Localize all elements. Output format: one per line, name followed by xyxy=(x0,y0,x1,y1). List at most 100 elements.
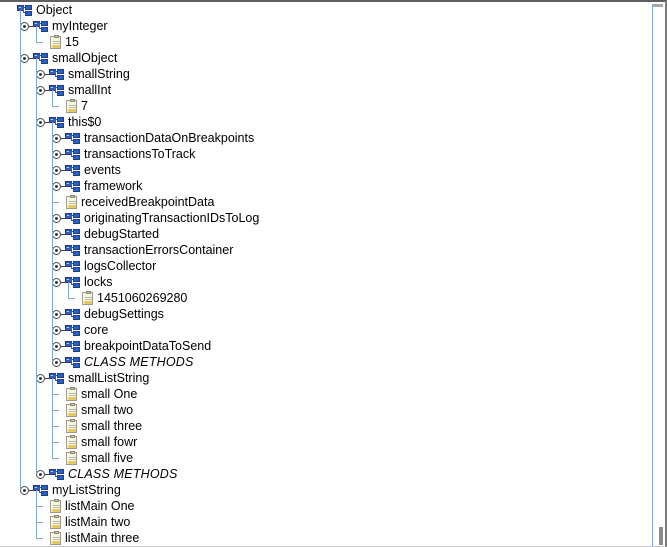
collapse-handle-icon[interactable] xyxy=(36,374,45,383)
object-node-icon xyxy=(65,133,80,144)
object-node-icon xyxy=(49,69,64,80)
expand-handle-icon[interactable] xyxy=(52,214,61,223)
tree-node-label: receivedBreakpointData xyxy=(81,195,215,209)
collapse-handle-icon[interactable] xyxy=(52,278,61,287)
tree-node-label: 7 xyxy=(81,99,88,113)
tree-node-label: smallInt xyxy=(68,83,112,97)
tree-elbow-horizontal xyxy=(52,458,59,459)
expand-handle-icon[interactable] xyxy=(36,70,45,79)
value-leaf-icon xyxy=(66,195,77,209)
value-leaf-icon xyxy=(66,435,77,449)
object-node-icon xyxy=(65,229,80,240)
object-node-icon xyxy=(65,165,80,176)
value-leaf-icon xyxy=(66,451,77,465)
scrollbar-up-button[interactable] xyxy=(653,4,663,7)
tree-node-label: core xyxy=(84,323,109,337)
expand-handle-icon[interactable] xyxy=(52,262,61,271)
collapse-handle-icon[interactable] xyxy=(36,86,45,95)
tree-connector-line xyxy=(36,26,37,42)
value-leaf-icon xyxy=(66,99,77,113)
tree-elbow-horizontal xyxy=(52,442,59,443)
collapse-handle-icon[interactable] xyxy=(20,54,29,63)
tree-node-label: myListString xyxy=(52,483,121,497)
value-leaf-icon xyxy=(66,387,77,401)
tree-elbow-horizontal xyxy=(36,506,43,507)
tree-node-label: transactionsToTrack xyxy=(84,147,196,161)
tree-node-label: 15 xyxy=(65,35,79,49)
tree-elbow-horizontal xyxy=(52,394,59,395)
tree-node-label: small fowr xyxy=(81,435,138,449)
object-node-icon xyxy=(65,213,80,224)
tree-node-label: events xyxy=(84,163,121,177)
value-leaf-icon xyxy=(50,35,61,49)
object-node-icon xyxy=(65,357,80,368)
tree-connector-line xyxy=(52,122,53,362)
expand-handle-icon[interactable] xyxy=(36,470,45,479)
collapse-handle-icon[interactable] xyxy=(20,486,29,495)
tree-node-label: debugStarted xyxy=(84,227,160,241)
tree-node-label: listMain One xyxy=(65,499,135,513)
expand-handle-icon[interactable] xyxy=(52,166,61,175)
scrollbar-thumb[interactable] xyxy=(659,527,663,545)
value-leaf-icon xyxy=(82,291,93,305)
object-node-icon xyxy=(65,181,80,192)
tree-node-label: smallListString xyxy=(68,371,150,385)
expand-handle-icon[interactable] xyxy=(52,326,61,335)
expand-handle-icon[interactable] xyxy=(52,150,61,159)
value-leaf-icon xyxy=(50,531,61,545)
tree-node-label: listMain two xyxy=(65,515,131,529)
tree-node-label: small One xyxy=(81,387,138,401)
value-leaf-icon xyxy=(66,419,77,433)
tree-node-label: CLASS METHODS xyxy=(84,355,194,369)
expand-handle-icon[interactable] xyxy=(52,182,61,191)
object-node-icon xyxy=(65,245,80,256)
tree-elbow-horizontal xyxy=(36,538,43,539)
object-node-icon xyxy=(65,325,80,336)
tree-elbow-horizontal xyxy=(52,410,59,411)
tree-node-label: small two xyxy=(81,403,134,417)
tree-connector-line xyxy=(36,490,37,538)
tree-view[interactable]: Object myInteger 15 smallObject smallString s… xyxy=(0,2,653,546)
object-node-icon xyxy=(65,261,80,272)
tree-connector-line xyxy=(52,90,53,106)
tree-elbow-horizontal xyxy=(52,202,59,203)
object-node-icon xyxy=(65,309,80,320)
expand-handle-icon[interactable] xyxy=(52,246,61,255)
expand-handle-icon[interactable] xyxy=(52,310,61,319)
tree-elbow-horizontal xyxy=(52,426,59,427)
tree-node-label: this$0 xyxy=(68,115,102,129)
tree-elbow-horizontal xyxy=(36,522,43,523)
tree-node-label: transactionDataOnBreakpoints xyxy=(84,131,255,145)
tree-node-label: listMain three xyxy=(65,531,140,545)
value-leaf-icon xyxy=(50,499,61,513)
tree-connector-line xyxy=(52,378,53,458)
tree-node-label: smallObject xyxy=(52,51,118,65)
tree-node-label: Object xyxy=(36,3,73,17)
tree-node-label: locks xyxy=(84,275,113,289)
object-node-icon xyxy=(65,149,80,160)
tree-node-label: framework xyxy=(84,179,143,193)
tree-node-label: small three xyxy=(81,419,143,433)
value-leaf-icon xyxy=(50,515,61,529)
collapse-handle-icon[interactable] xyxy=(36,118,45,127)
tree-connector-line xyxy=(20,10,21,490)
tree-node-label: debugSettings xyxy=(84,307,164,321)
value-leaf-icon xyxy=(66,403,77,417)
vertical-scrollbar-track[interactable] xyxy=(652,4,663,546)
tree-node-label: originatingTransactionIDsToLog xyxy=(84,211,260,225)
tree-node-label: transactionErrorsContainer xyxy=(84,243,234,257)
tree-connector-line xyxy=(68,282,69,298)
expand-handle-icon[interactable] xyxy=(52,358,61,367)
expand-handle-icon[interactable] xyxy=(52,134,61,143)
tree-elbow-horizontal xyxy=(36,42,43,43)
expand-handle-icon[interactable] xyxy=(52,342,61,351)
tree-node-label: 1451060269280 xyxy=(97,291,188,305)
tree-node-label: myInteger xyxy=(52,19,108,33)
expand-handle-icon[interactable] xyxy=(52,230,61,239)
collapse-handle-icon[interactable] xyxy=(20,22,29,31)
tree-node-label: small five xyxy=(81,451,134,465)
object-node-icon xyxy=(65,341,80,352)
tree-node-label: CLASS METHODS xyxy=(68,467,178,481)
variable-tree-panel: Object myInteger 15 smallObject smallString s… xyxy=(0,0,667,547)
tree-node-label: logsCollector xyxy=(84,259,157,273)
